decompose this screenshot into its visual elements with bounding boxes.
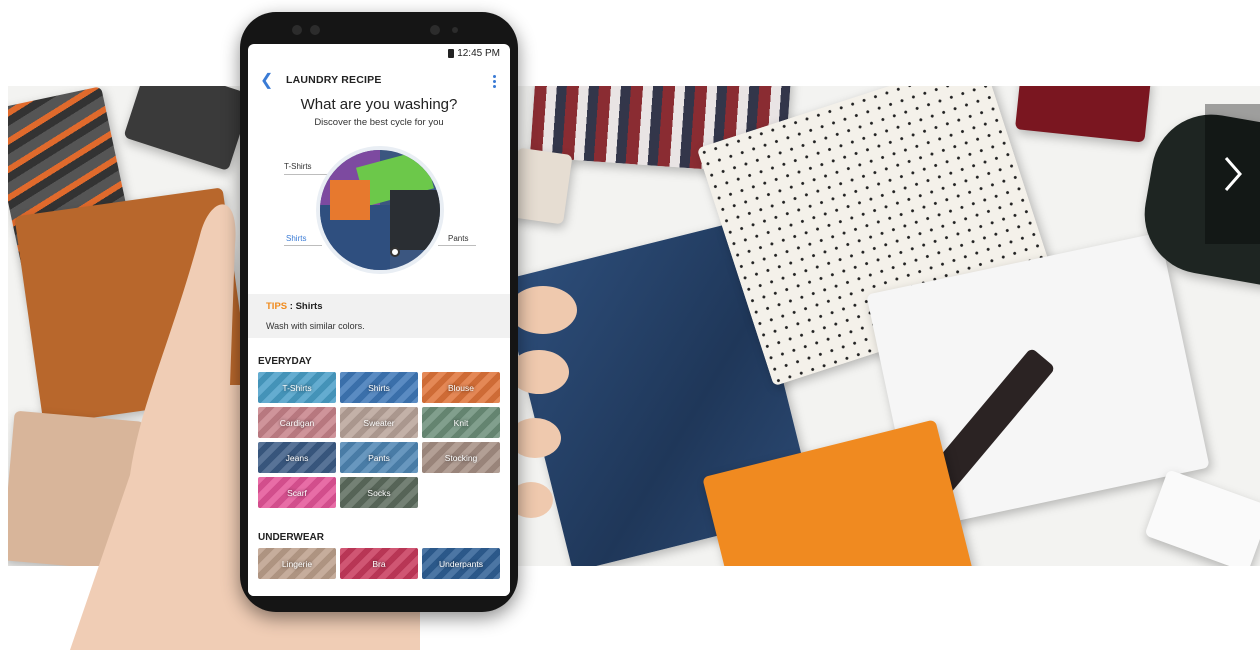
gray-sweater-image (123, 86, 253, 172)
tips-body: Wash with similar colors. (266, 321, 365, 331)
category-tile-label: Scarf (287, 487, 307, 498)
category-tile-label: Knit (453, 417, 469, 428)
sensor-dot (292, 25, 302, 35)
category-tile-label: Bra (372, 558, 386, 569)
beige-stockings-image (8, 410, 145, 566)
category-tile-label: Underpants (439, 558, 483, 569)
app-title: LAUNDRY RECIPE (286, 74, 382, 86)
app-screen: 12:45 PM ❮ LAUNDRY RECIPE What are you w… (248, 44, 510, 596)
tips-tag: TIPS (266, 301, 288, 312)
underwear-grid: Lingerie Bra Underpants (258, 548, 500, 579)
wheel-label-tshirts[interactable]: T-Shirts (284, 162, 312, 171)
category-tile-label: Lingerie (281, 558, 313, 569)
tips-topic: Shirts (295, 301, 323, 312)
category-tile-pants[interactable]: Pants (340, 442, 418, 473)
category-tile-jeans[interactable]: Jeans (258, 442, 336, 473)
chevron-right-icon (1224, 157, 1242, 191)
category-tile-lingerie[interactable]: Lingerie (258, 548, 336, 579)
category-tile-t-shirts[interactable]: T-Shirts (258, 372, 336, 403)
category-tile-label: Sweater (363, 417, 395, 428)
category-tile-sweater[interactable]: Sweater (340, 407, 418, 438)
category-tile-label: T-Shirts (282, 382, 312, 393)
category-tile-blouse[interactable]: Blouse (422, 372, 500, 403)
section-heading-everyday: EVERYDAY (258, 356, 312, 367)
tips-panel: TIPS : Shirts Wash with similar colors. (248, 294, 510, 338)
tips-heading: TIPS : Shirts (266, 301, 323, 312)
wheel-selector-knob[interactable] (390, 247, 400, 257)
wheel-label-shirts[interactable]: Shirts (286, 234, 306, 243)
carousel-next-button[interactable] (1205, 104, 1260, 244)
category-tile-knit[interactable]: Knit (422, 407, 500, 438)
back-arrow-icon[interactable]: ❮ (260, 73, 273, 89)
wheel-leader-line (284, 245, 322, 246)
category-tile-label: Blouse (448, 382, 474, 393)
red-sweater-image (1014, 86, 1152, 143)
category-tile-stocking[interactable]: Stocking (422, 442, 500, 473)
hero-banner (8, 86, 1260, 566)
wheel-leader-line (438, 245, 476, 246)
category-tile-bra[interactable]: Bra (340, 548, 418, 579)
category-tile-scarf[interactable]: Scarf (258, 477, 336, 508)
status-time: 12:45 PM (457, 48, 500, 59)
front-camera (430, 25, 440, 35)
category-tile-cardigan[interactable]: Cardigan (258, 407, 336, 438)
category-tile-label: Cardigan (279, 417, 315, 428)
everyday-grid: T-Shirts Shirts Blouse Cardigan Sweater Knit J… (258, 372, 500, 508)
category-tile-socks[interactable]: Socks (340, 477, 418, 508)
hero-subtitle: Discover the best cycle for you (314, 117, 444, 128)
garment-selector-wheel[interactable] (320, 150, 440, 270)
category-tile-underpants[interactable]: Underpants (422, 548, 500, 579)
battery-icon (448, 49, 455, 58)
category-tile-label: Pants (368, 452, 390, 463)
app-bar: ❮ LAUNDRY RECIPE (248, 70, 510, 94)
knit-hat-image (508, 147, 573, 225)
tips-separator: : (287, 301, 296, 312)
wheel-label-pants[interactable]: Pants (448, 234, 468, 243)
white-sock-image (1144, 469, 1260, 566)
sensor-dot (452, 27, 458, 33)
category-tile-label: Stocking (444, 452, 478, 463)
status-bar: 12:45 PM (448, 48, 500, 59)
hero-title: What are you washing? (300, 96, 458, 113)
category-tile-label: Shirts (368, 382, 390, 393)
sensor-dot (310, 25, 320, 35)
section-heading-underwear: UNDERWEAR (258, 532, 324, 543)
category-tile-shirts[interactable]: Shirts (340, 372, 418, 403)
screen-bottom (248, 582, 510, 596)
more-options-icon[interactable] (488, 73, 500, 89)
category-tile-label: Jeans (285, 452, 309, 463)
smartphone: 12:45 PM ❮ LAUNDRY RECIPE What are you w… (240, 12, 518, 612)
category-tile-label: Socks (367, 487, 391, 498)
brown-sweater-image (14, 187, 252, 425)
